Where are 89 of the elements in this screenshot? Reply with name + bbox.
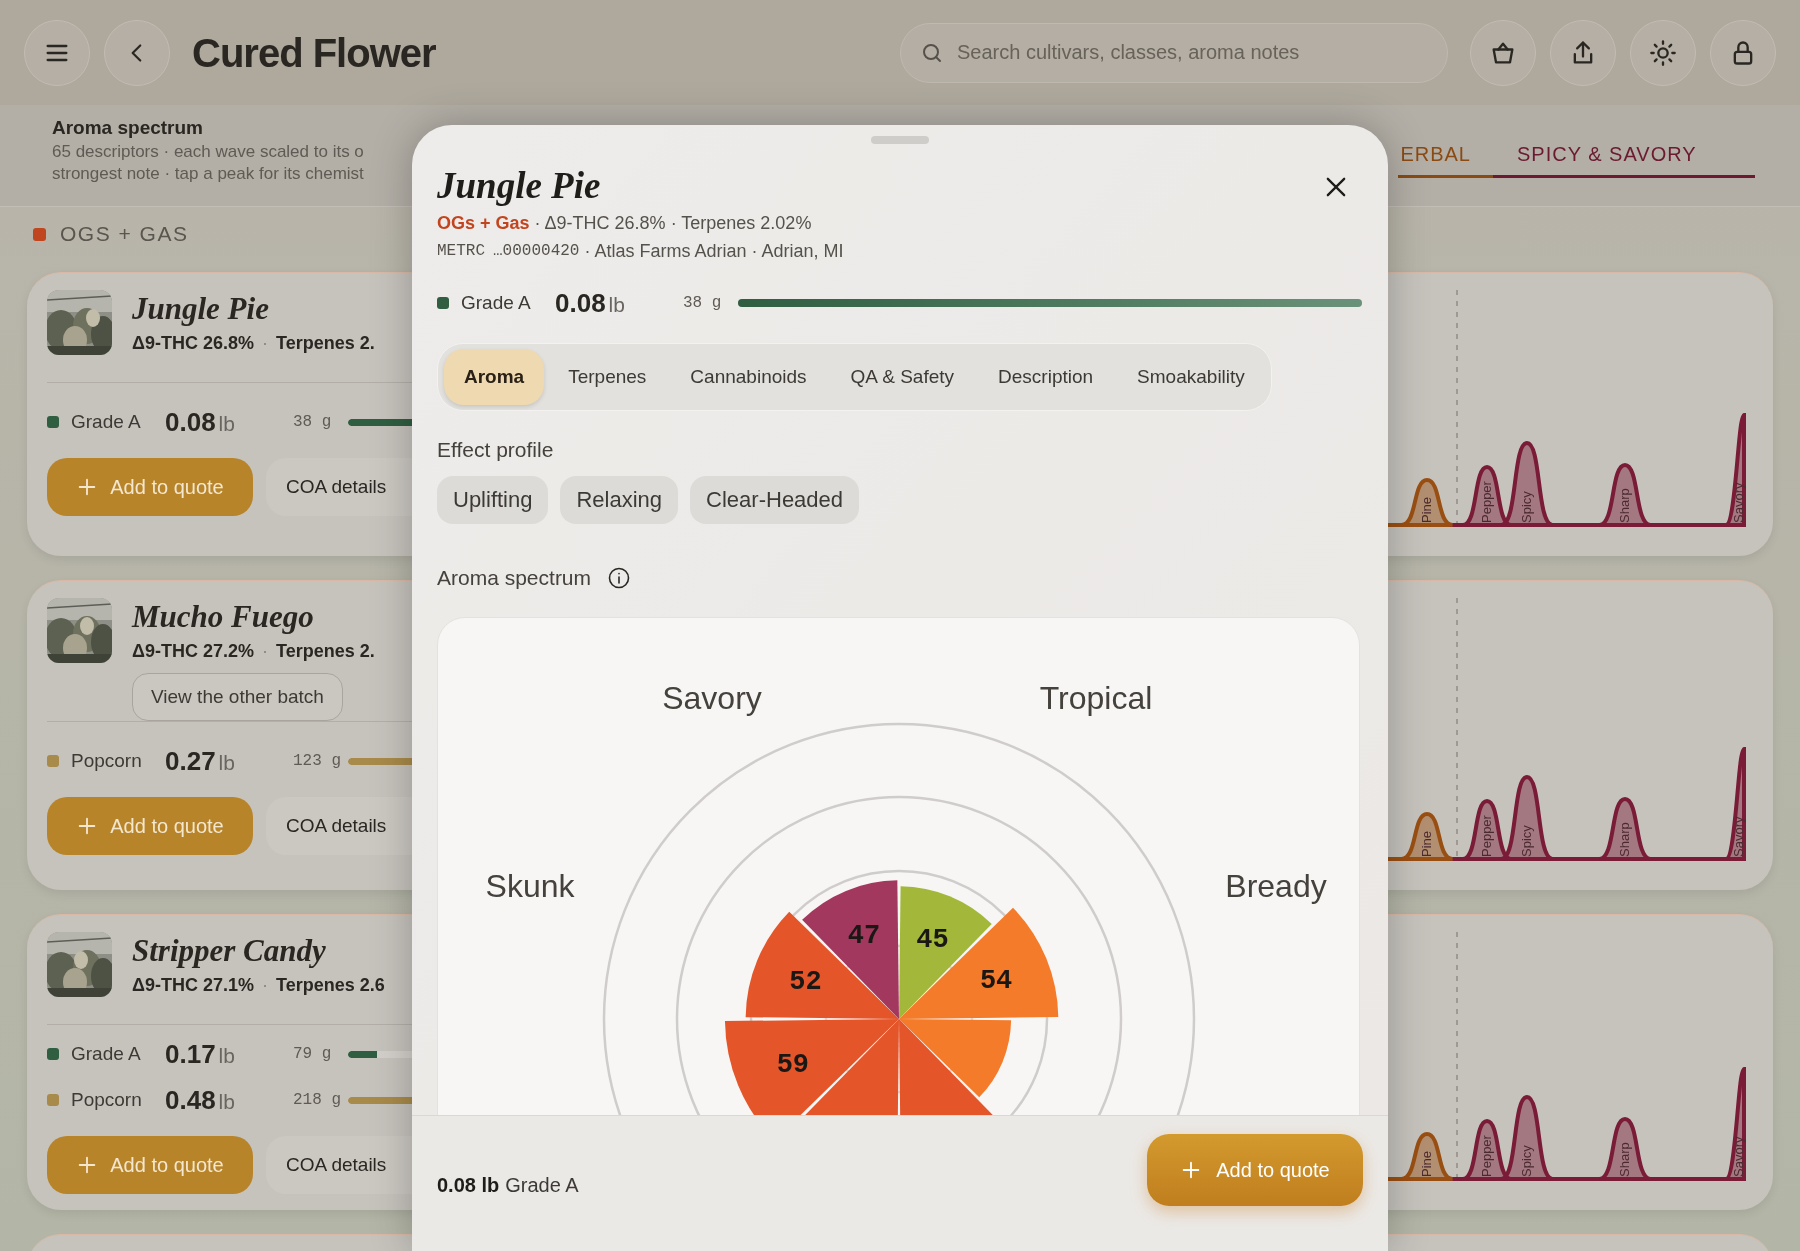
coa-details-button[interactable]: COA details: [266, 458, 412, 516]
axis-label: Tropical: [1039, 679, 1153, 718]
grade-label: Grade A: [71, 1041, 142, 1066]
class-label: OGs + Gas: [437, 212, 530, 235]
weight-value: 0.48: [165, 1083, 216, 1117]
sun-icon: [1649, 38, 1677, 67]
peak-label: Spicy: [1519, 1145, 1534, 1177]
weight-unit: lb: [218, 410, 235, 437]
product-name: Mucho Fuego: [130, 598, 315, 636]
search-field[interactable]: Search cultivars, classes, aroma notes: [900, 22, 1448, 83]
coa-details-button[interactable]: COA details: [266, 1136, 412, 1194]
peak-label: Pepper: [1479, 1135, 1494, 1177]
peak-label: Spicy: [1519, 825, 1534, 857]
effect-chip: Clear-Headed: [690, 476, 860, 524]
slice-value: 45: [916, 925, 949, 956]
separator-dot: ·: [262, 640, 268, 663]
banner-title: Aroma spectrum: [52, 116, 204, 140]
drag-handle[interactable]: [871, 136, 929, 144]
axis-label: Bready: [1225, 867, 1327, 906]
tab[interactable]: Aroma: [444, 349, 545, 405]
tab[interactable]: Terpenes: [548, 349, 667, 405]
selected-grade: Grade A: [505, 1173, 579, 1198]
info-icon[interactable]: [607, 566, 632, 590]
coa-details-button[interactable]: COA details: [266, 797, 412, 855]
peak-label: Pine: [1419, 1150, 1434, 1177]
peak-label: Sharp: [1617, 488, 1632, 523]
grams-label: 38 g: [293, 412, 333, 433]
peak-label: Sharp: [1617, 1142, 1632, 1177]
slice-value: 52: [789, 967, 822, 998]
section-heading: Effect profile: [437, 437, 555, 463]
metrc-id: …00000420: [493, 241, 580, 262]
section-heading: Aroma spectrum: [437, 565, 592, 592]
banner-description: strongest note · tap a peak for its chemist: [52, 163, 364, 185]
tab[interactable]: QA & Safety: [830, 349, 975, 405]
product-title: Jungle Pie: [436, 164, 602, 208]
grams-label: 218 g: [293, 1090, 342, 1111]
grams-label: 123 g: [293, 751, 342, 772]
terpenes-value: Terpenes 2.6: [276, 974, 385, 997]
thc-value: Δ9-THC 26.8%: [132, 332, 254, 355]
category-tab[interactable]: SPICY & SAVORY: [1493, 139, 1755, 178]
page-title: Cured Flower: [192, 29, 436, 77]
peak-label: Pepper: [1479, 481, 1494, 523]
product-name: Stripper Candy: [131, 932, 327, 970]
peak-label: Pepper: [1479, 815, 1494, 857]
weight-value: 0.08: [165, 405, 216, 439]
slice-value: 54: [979, 965, 1013, 996]
metrc-label: METRC: [437, 241, 485, 262]
thc-value: Δ9-THC 27.1%: [132, 974, 254, 997]
slice-value: 47: [847, 921, 881, 952]
potency-summary: · Δ9-THC 26.8% · Terpenes 2.02%: [534, 212, 812, 235]
peak-label: Pine: [1419, 830, 1434, 857]
terpenes-value: Terpenes 2.: [276, 640, 375, 663]
product-name: Jungle Pie: [131, 290, 270, 328]
peak-label: Spicy: [1519, 491, 1534, 523]
other-batch-button[interactable]: View the other batch: [132, 673, 343, 721]
grade-label: Grade A: [461, 290, 532, 315]
weight-unit: lb: [218, 1088, 235, 1115]
thc-value: Δ9-THC 27.2%: [132, 640, 254, 663]
weight-value: 0.08: [555, 286, 606, 320]
grade-label: Popcorn: [71, 748, 143, 773]
peak-label: Sharp: [1617, 822, 1632, 857]
peak-label: Savory: [1731, 482, 1746, 523]
axis-label: Skunk: [485, 867, 575, 906]
separator-dot: ·: [262, 974, 268, 997]
weight-unit: lb: [608, 291, 625, 318]
grams-label: 38 g: [683, 293, 723, 314]
separator-dot: ·: [262, 332, 268, 355]
section-title: OGS + GAS: [60, 221, 189, 248]
grade-label: Grade A: [71, 409, 142, 434]
grams-label: 79 g: [293, 1044, 333, 1065]
terpenes-value: Terpenes 2.: [276, 332, 375, 355]
source-info: · Atlas Farms Adrian · Adrian, MI: [584, 240, 844, 263]
grade-label: Popcorn: [71, 1087, 143, 1112]
slice-value: 59: [776, 1049, 810, 1080]
weight-value: 0.17: [165, 1037, 216, 1071]
peak-label: Savory: [1731, 816, 1746, 857]
banner-description: 65 descriptors · each wave scaled to its o: [52, 141, 364, 163]
selected-weight: 0.08 lb: [437, 1173, 500, 1198]
tab[interactable]: Cannabinoids: [670, 349, 827, 405]
effect-chip: Relaxing: [560, 476, 679, 524]
effect-chip: Uplifting: [437, 476, 549, 524]
peak-label: Pine: [1419, 496, 1434, 523]
weight-unit: lb: [218, 1042, 235, 1069]
axis-label: Savory: [662, 679, 762, 718]
weight-unit: lb: [218, 749, 235, 776]
tab[interactable]: Smoakability: [1117, 349, 1265, 405]
tab[interactable]: Description: [978, 349, 1114, 405]
weight-value: 0.27: [165, 744, 216, 778]
peak-label: Savory: [1731, 1136, 1746, 1177]
